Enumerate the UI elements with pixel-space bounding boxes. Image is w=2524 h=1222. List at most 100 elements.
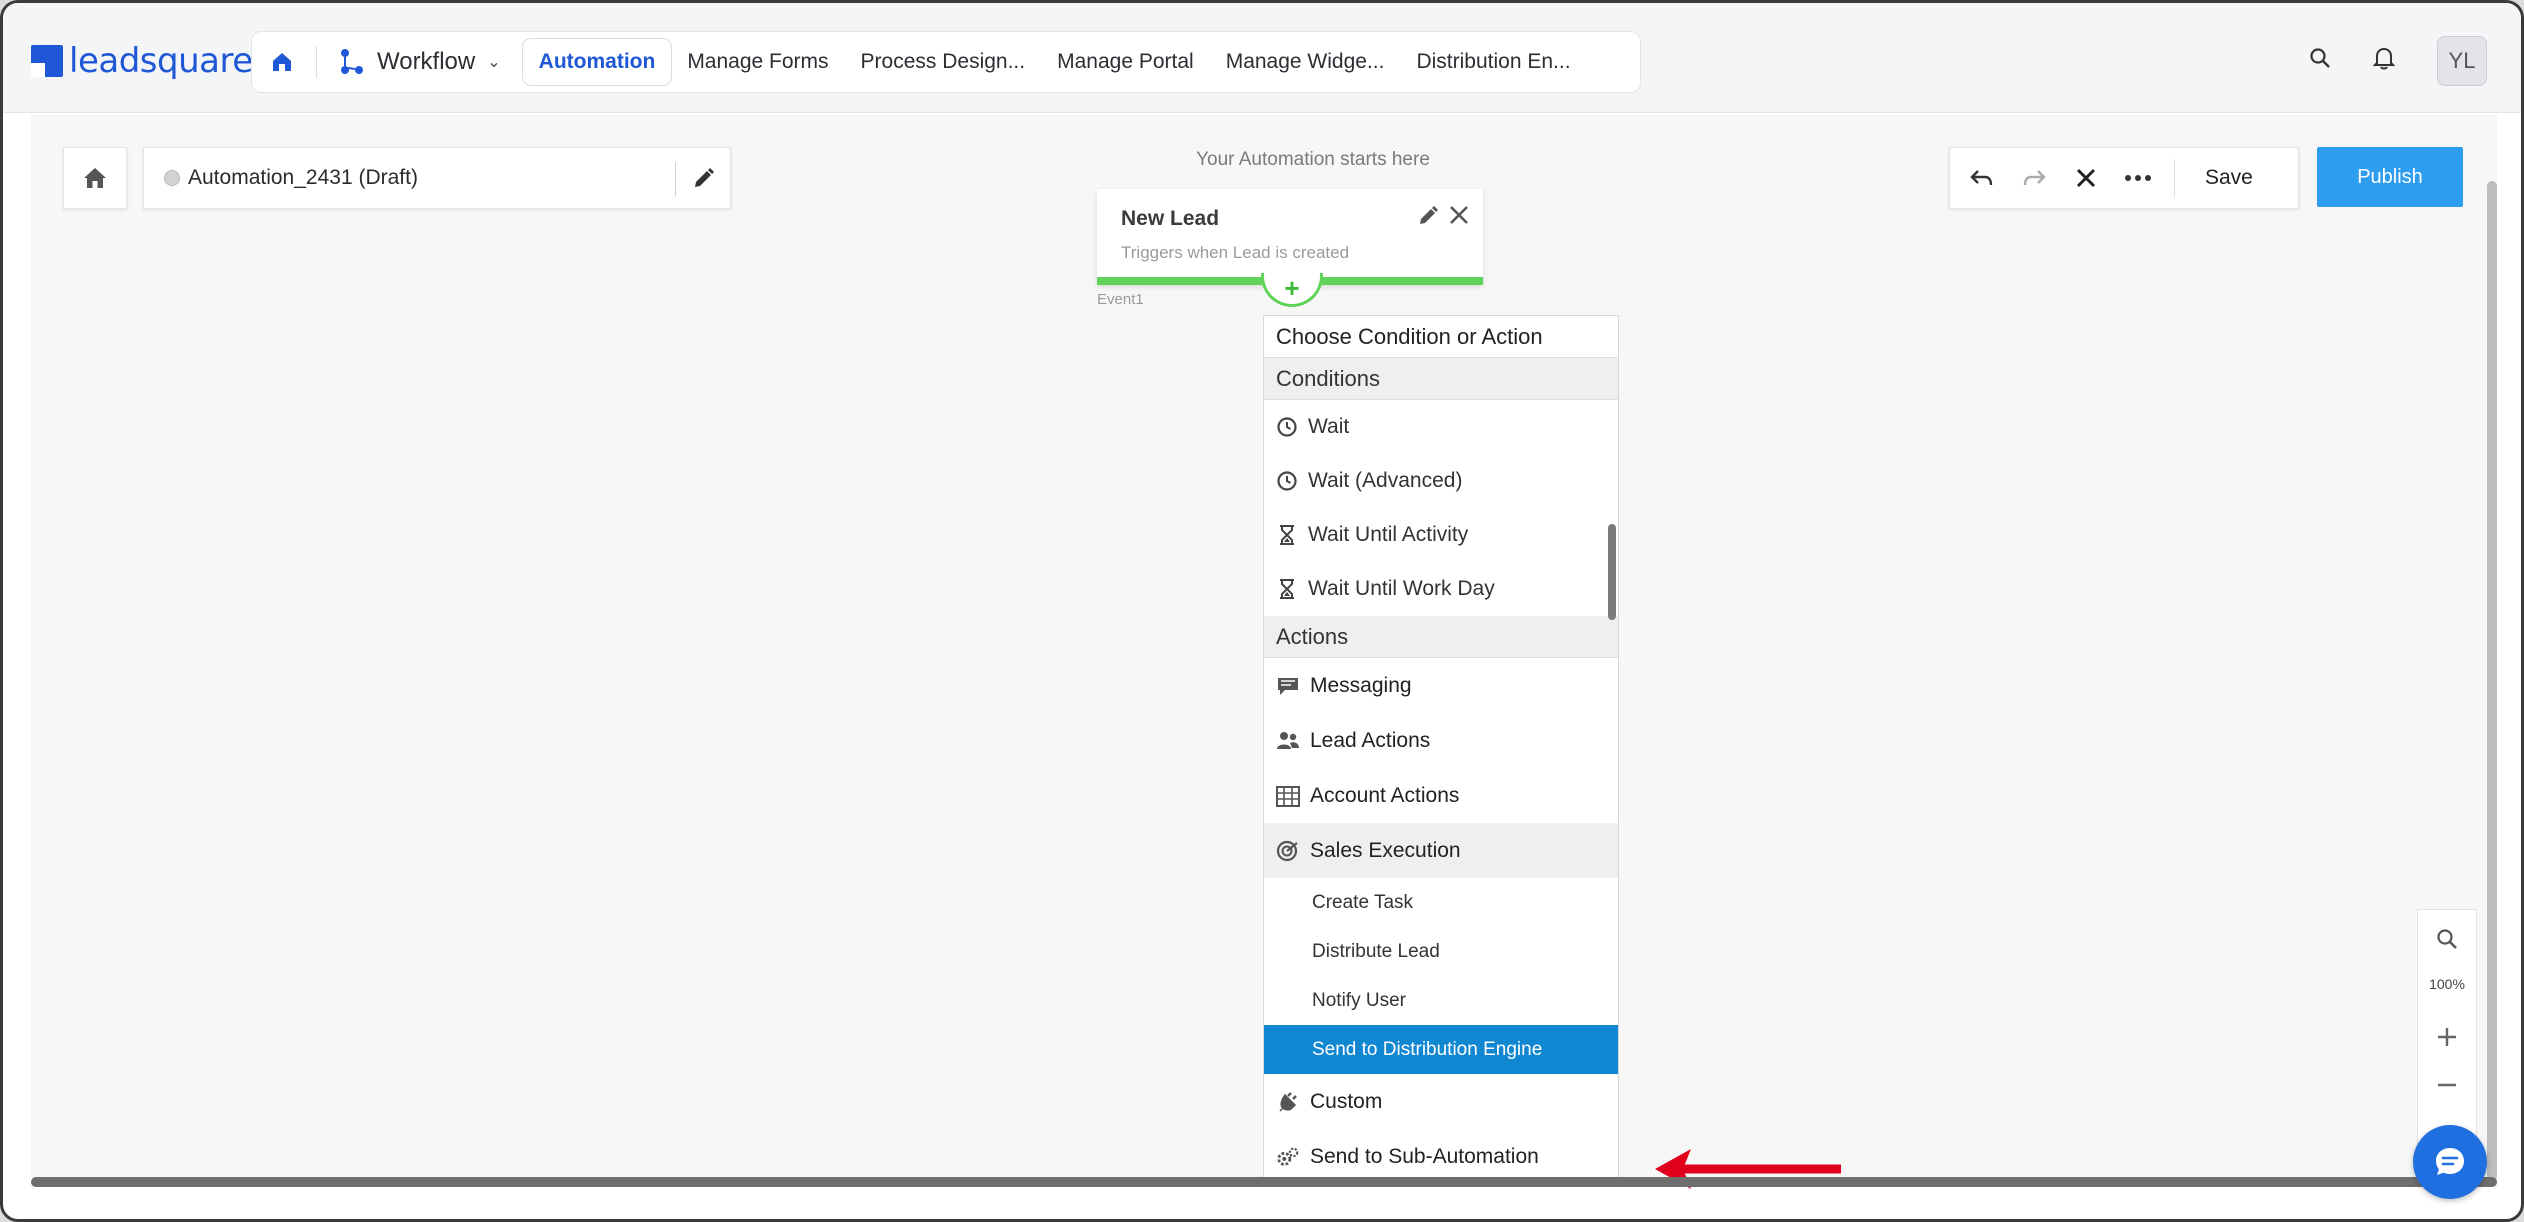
- event-label: Event1: [1097, 291, 1144, 308]
- conditions-section-title: Conditions: [1264, 358, 1618, 400]
- condition-wait-advanced[interactable]: Wait (Advanced): [1264, 454, 1618, 508]
- plus-icon: [2438, 1028, 2456, 1046]
- dropdown-scrollbar[interactable]: [1608, 524, 1616, 620]
- notifications-button[interactable]: [2369, 43, 2399, 73]
- users-icon: [1276, 729, 1300, 753]
- zoom-level: 100%: [2429, 976, 2465, 992]
- pencil-icon: [1420, 206, 1438, 224]
- search-button[interactable]: [2305, 43, 2335, 73]
- condition-wait-until-activity[interactable]: Wait Until Activity: [1264, 508, 1618, 562]
- gears-icon: [1276, 1145, 1300, 1169]
- tab-manage-widgets[interactable]: Manage Widge...: [1210, 39, 1401, 85]
- action-sales-execution[interactable]: Sales Execution: [1264, 823, 1618, 878]
- workflow-menu[interactable]: Workflow ⌄: [329, 32, 513, 92]
- bell-icon: [2373, 47, 2395, 70]
- dropdown-heading: Choose Condition or Action: [1264, 316, 1618, 358]
- top-header: leadsquared Workflow ⌄ Automation Manage…: [3, 3, 2521, 113]
- condition-label: Wait (Advanced): [1308, 469, 1463, 492]
- automation-canvas[interactable]: Automation_2431 (Draft) Your Automation …: [31, 115, 2497, 1189]
- canvas-horizontal-scrollbar[interactable]: [31, 1177, 2497, 1187]
- chat-icon: [2436, 1148, 2464, 1175]
- condition-label: Wait Until Activity: [1308, 523, 1469, 546]
- tab-automation[interactable]: Automation: [522, 39, 672, 85]
- action-lead-actions[interactable]: Lead Actions: [1264, 713, 1618, 768]
- target-icon: [1276, 839, 1300, 863]
- event-subtitle: Triggers when Lead is created: [1121, 243, 1350, 262]
- search-icon: [2437, 929, 2457, 949]
- action-custom[interactable]: Custom: [1264, 1074, 1618, 1129]
- tab-process-designer[interactable]: Process Design...: [845, 39, 1042, 85]
- nav-divider: [316, 46, 317, 78]
- more-options-button[interactable]: [2112, 148, 2164, 208]
- more-icon: [2125, 175, 2151, 181]
- sales-item-distribute-lead[interactable]: Distribute Lead: [1264, 927, 1618, 976]
- redo-button[interactable]: [2008, 148, 2060, 208]
- remove-event-button[interactable]: [1447, 203, 1471, 227]
- tab-manage-forms[interactable]: Manage Forms: [671, 39, 844, 85]
- logo-text: leadsquared: [69, 41, 274, 81]
- action-send-to-sub-automation[interactable]: Send to Sub-Automation: [1264, 1129, 1618, 1184]
- event-title: New Lead: [1121, 207, 1220, 230]
- condition-label: Wait: [1308, 415, 1350, 438]
- action-messaging[interactable]: Messaging: [1264, 658, 1618, 713]
- condition-action-dropdown: Choose Condition or Action Conditions Wa…: [1263, 315, 1619, 1187]
- edit-name-button[interactable]: [690, 166, 716, 192]
- logo-mark-icon: [31, 45, 63, 77]
- name-divider: [675, 162, 676, 196]
- action-label: Custom: [1310, 1089, 1383, 1113]
- undo-button[interactable]: [1956, 148, 2008, 208]
- close-icon: [2076, 168, 2096, 188]
- home-icon: [84, 168, 106, 188]
- zoom-in-button[interactable]: [2418, 1020, 2476, 1054]
- action-label: Account Actions: [1310, 783, 1460, 807]
- editor-toolbar: Save: [1949, 147, 2299, 209]
- automation-start-label: Your Automation starts here: [1196, 149, 1430, 170]
- tab-manage-portal[interactable]: Manage Portal: [1041, 39, 1210, 85]
- add-step-button[interactable]: +: [1261, 273, 1323, 307]
- event-card-new-lead[interactable]: New Lead Triggers when Lead is created: [1097, 189, 1483, 285]
- save-button[interactable]: Save: [2185, 166, 2273, 190]
- hourglass-icon: [1276, 578, 1298, 600]
- main-nav: Workflow ⌄ Automation Manage Forms Proce…: [251, 31, 1641, 93]
- plus-icon: +: [1284, 273, 1300, 303]
- nav-home-button[interactable]: [252, 32, 312, 92]
- home-icon: [273, 53, 291, 71]
- condition-wait-until-work-day[interactable]: Wait Until Work Day: [1264, 562, 1618, 616]
- zoom-out-button[interactable]: [2418, 1068, 2476, 1102]
- pencil-icon: [695, 168, 714, 187]
- app-window: leadsquared Workflow ⌄ Automation Manage…: [0, 0, 2524, 1222]
- publish-button[interactable]: Publish: [2317, 147, 2463, 207]
- undo-icon: [1970, 170, 1993, 186]
- tab-distribution-engine[interactable]: Distribution En...: [1400, 39, 1586, 85]
- condition-label: Wait Until Work Day: [1308, 577, 1495, 600]
- canvas-home-button[interactable]: [63, 147, 127, 209]
- chevron-down-icon: ⌄: [487, 54, 501, 71]
- hourglass-icon: [1276, 524, 1298, 546]
- chat-support-button[interactable]: [2413, 1125, 2487, 1199]
- toolbar-divider: [2174, 159, 2175, 197]
- close-editor-button[interactable]: [2060, 148, 2112, 208]
- action-label: Lead Actions: [1310, 728, 1431, 752]
- action-label: Send to Sub-Automation: [1310, 1144, 1539, 1168]
- automation-name-box: Automation_2431 (Draft): [143, 147, 731, 209]
- plug-icon: [1276, 1090, 1300, 1114]
- automation-name: Automation_2431 (Draft): [188, 166, 418, 189]
- sales-item-create-task[interactable]: Create Task: [1264, 878, 1618, 927]
- clock-icon: [1276, 416, 1298, 438]
- redo-icon: [2023, 170, 2046, 186]
- canvas-vertical-scrollbar[interactable]: [2487, 181, 2497, 1181]
- edit-event-button[interactable]: [1417, 205, 1439, 227]
- condition-wait[interactable]: Wait: [1264, 400, 1618, 454]
- sales-item-notify-user[interactable]: Notify User: [1264, 976, 1618, 1025]
- actions-section-title: Actions: [1264, 616, 1618, 658]
- sales-item-send-to-distribution-engine[interactable]: Send to Distribution Engine: [1264, 1025, 1618, 1074]
- clock-icon: [1276, 470, 1298, 492]
- building-icon: [1276, 784, 1300, 808]
- logo[interactable]: leadsquared: [31, 41, 274, 81]
- action-account-actions[interactable]: Account Actions: [1264, 768, 1618, 823]
- action-label: Messaging: [1310, 673, 1412, 697]
- search-icon: [2310, 48, 2330, 68]
- message-icon: [1276, 674, 1300, 698]
- user-avatar[interactable]: YL: [2437, 36, 2487, 86]
- zoom-fit-button[interactable]: [2418, 922, 2476, 956]
